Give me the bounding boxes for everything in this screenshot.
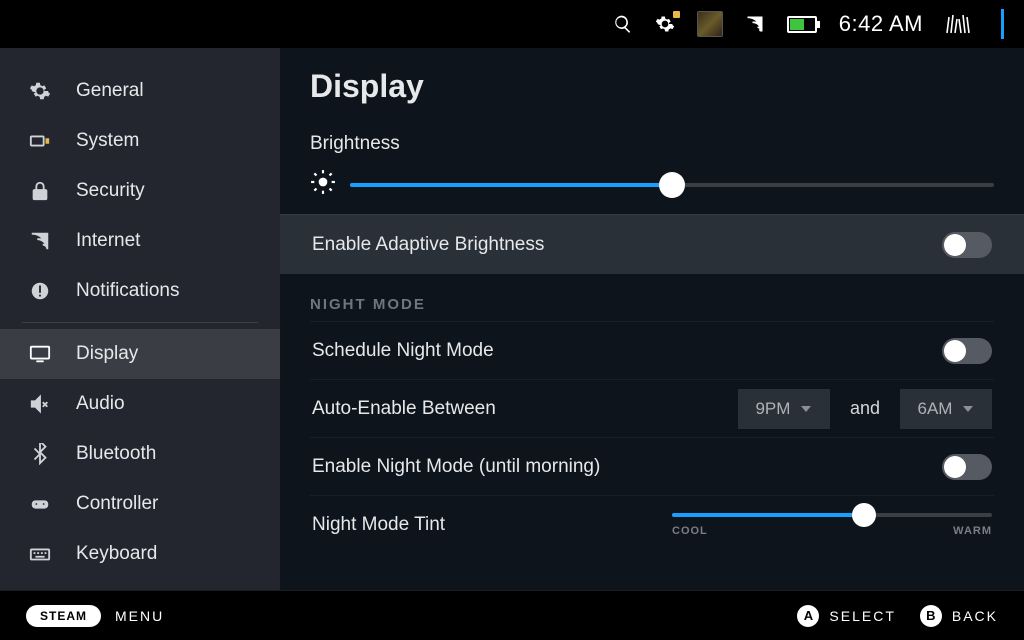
sidebar-item-label: Bluetooth xyxy=(76,443,156,465)
keyboard-icon xyxy=(28,543,52,565)
tint-warm-label: WARM xyxy=(953,525,992,537)
row-label: Enable Adaptive Brightness xyxy=(312,234,544,256)
steam-button[interactable]: STEAM xyxy=(26,605,101,627)
sidebar-item-label: Notifications xyxy=(76,280,180,302)
alert-icon xyxy=(28,280,52,302)
to-time-dropdown[interactable]: 6AM xyxy=(900,389,992,429)
sidebar-divider xyxy=(22,322,258,323)
bluetooth-icon xyxy=(28,443,52,465)
chevron-down-icon xyxy=(800,403,812,415)
row-adaptive-brightness[interactable]: Enable Adaptive Brightness xyxy=(280,214,1024,274)
joiner-text: and xyxy=(850,398,880,419)
menu-label[interactable]: MENU xyxy=(115,608,164,624)
chevron-down-icon xyxy=(962,403,974,415)
controller-icon xyxy=(28,493,52,515)
mute-icon xyxy=(28,393,52,415)
a-button-label: SELECT xyxy=(829,608,895,624)
tint-slider[interactable]: COOL WARM xyxy=(672,513,992,537)
a-button-icon: A xyxy=(797,605,819,627)
row-label: Schedule Night Mode xyxy=(312,340,494,362)
topbar-accent xyxy=(1001,9,1004,39)
settings-notification-dot xyxy=(673,11,680,18)
sidebar-item-label: Internet xyxy=(76,230,140,252)
sidebar-item-bluetooth[interactable]: Bluetooth xyxy=(0,429,280,479)
system-icon xyxy=(28,130,52,152)
battery-icon xyxy=(787,16,817,33)
brightness-thumb[interactable] xyxy=(659,172,685,198)
tint-thumb[interactable] xyxy=(852,503,876,527)
clock: 6:42 AM xyxy=(839,11,923,37)
sidebar-item-label: System xyxy=(76,130,139,152)
wifi-icon xyxy=(28,230,52,252)
bottom-bar: STEAM MENU A SELECT B BACK xyxy=(0,590,1024,640)
sidebar-item-security[interactable]: Security xyxy=(0,166,280,216)
lock-icon xyxy=(28,180,52,202)
row-label: Night Mode Tint xyxy=(312,514,445,536)
section-night-mode: NIGHT MODE xyxy=(310,296,994,313)
sun-icon xyxy=(310,169,336,200)
monitor-icon xyxy=(28,343,52,365)
search-icon[interactable] xyxy=(613,14,633,34)
until-morning-toggle[interactable] xyxy=(942,454,992,480)
row-enable-night-mode[interactable]: Enable Night Mode (until morning) xyxy=(310,437,994,495)
sidebar-item-notifications[interactable]: Notifications xyxy=(0,266,280,316)
sidebar-item-controller[interactable]: Controller xyxy=(0,479,280,529)
row-label: Auto-Enable Between xyxy=(312,398,496,420)
sidebar-item-general[interactable]: General xyxy=(0,66,280,116)
sidebar-item-audio[interactable]: Audio xyxy=(0,379,280,429)
tint-cool-label: COOL xyxy=(672,525,708,537)
avatar[interactable] xyxy=(697,11,723,37)
wifi-icon[interactable] xyxy=(745,14,765,34)
sidebar-item-label: General xyxy=(76,80,144,102)
schedule-toggle[interactable] xyxy=(942,338,992,364)
sidebar-item-label: Audio xyxy=(76,393,125,415)
sidebar-item-label: Keyboard xyxy=(76,543,157,565)
sidebar-item-label: Display xyxy=(76,343,138,365)
from-time-dropdown[interactable]: 9PM xyxy=(738,389,830,429)
brightness-slider[interactable] xyxy=(310,169,994,200)
brightness-block: Brightness xyxy=(310,133,994,200)
brightness-fill xyxy=(350,183,672,187)
top-bar: 6:42 AM xyxy=(0,0,1024,48)
sidebar-item-label: Controller xyxy=(76,493,158,515)
from-time-value: 9PM xyxy=(755,399,790,419)
b-button-label: BACK xyxy=(952,608,998,624)
content-panel: Display Brightness Enable Adaptive Brigh… xyxy=(280,48,1024,590)
row-label: Enable Night Mode (until morning) xyxy=(312,456,600,478)
brightness-track[interactable] xyxy=(350,183,994,187)
tint-track[interactable] xyxy=(672,513,992,517)
row-auto-enable-between: Auto-Enable Between 9PM and 6AM xyxy=(310,379,994,437)
tint-fill xyxy=(672,513,864,517)
main-region: General System Security Internet Notific… xyxy=(0,48,1024,590)
sidebar: General System Security Internet Notific… xyxy=(0,48,280,590)
sidebar-item-display[interactable]: Display xyxy=(0,329,280,379)
a-button-hint: A SELECT xyxy=(797,605,895,627)
sidebar-item-system[interactable]: System xyxy=(0,116,280,166)
page-title: Display xyxy=(310,68,994,105)
row-schedule-night-mode[interactable]: Schedule Night Mode xyxy=(310,321,994,379)
row-night-mode-tint: Night Mode Tint COOL WARM xyxy=(310,495,994,553)
profile-icon[interactable] xyxy=(945,13,973,35)
sidebar-item-internet[interactable]: Internet xyxy=(0,216,280,266)
sidebar-item-label: Security xyxy=(76,180,145,202)
b-button-hint: B BACK xyxy=(920,605,998,627)
gear-icon xyxy=(28,80,52,102)
b-button-icon: B xyxy=(920,605,942,627)
to-time-value: 6AM xyxy=(918,399,953,419)
settings-icon[interactable] xyxy=(655,14,675,34)
sidebar-item-keyboard[interactable]: Keyboard xyxy=(0,529,280,579)
brightness-label: Brightness xyxy=(310,133,994,155)
adaptive-toggle[interactable] xyxy=(942,232,992,258)
